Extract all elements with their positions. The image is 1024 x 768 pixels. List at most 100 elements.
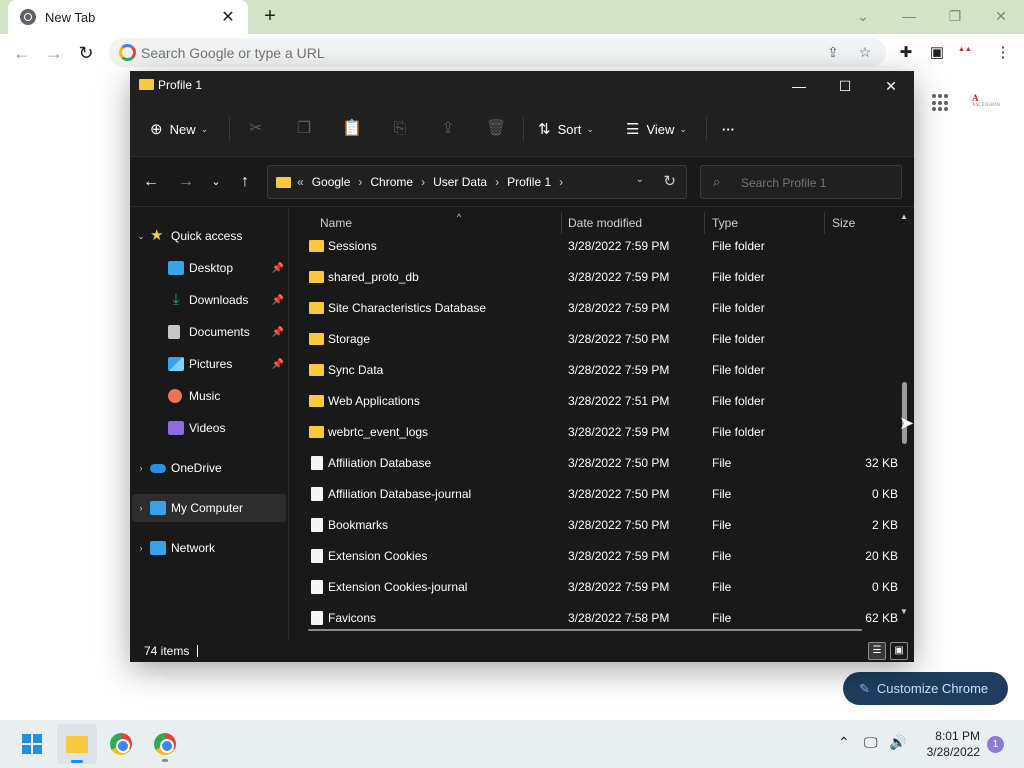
expand-icon[interactable]: › xyxy=(132,543,150,553)
breadcrumb-item[interactable]: Google xyxy=(312,175,351,189)
address-bar[interactable]: « Google › Chrome › User Data › Profile … xyxy=(267,165,687,199)
forward-icon[interactable]: → xyxy=(42,41,66,65)
refresh-icon[interactable]: ↻ xyxy=(663,172,676,190)
paste-icon[interactable]: 📋 xyxy=(341,118,363,140)
menu-icon[interactable]: ⋮ xyxy=(992,42,1014,64)
new-button[interactable]: ⊕ New ⌄ xyxy=(150,118,208,140)
file-row[interactable]: Site Characteristics Database 3/28/2022 7… xyxy=(290,293,900,324)
copy-icon[interactable]: ❐ xyxy=(293,118,315,140)
taskbar-chrome-profile[interactable] xyxy=(145,724,185,764)
maximize-button[interactable]: ☐ xyxy=(834,75,856,97)
overflow-crumb[interactable]: « xyxy=(297,175,304,189)
search-input[interactable] xyxy=(741,174,891,192)
delete-icon[interactable]: 🗑 xyxy=(485,118,507,140)
folder-icon xyxy=(309,364,324,376)
customize-label: Customize Chrome xyxy=(876,681,989,696)
omnibox[interactable]: ⇪ ☆ xyxy=(109,38,886,67)
cut-icon[interactable]: ✂ xyxy=(245,118,267,140)
forward-icon[interactable]: → xyxy=(176,171,196,193)
file-row[interactable]: Extension Cookies 3/28/2022 7:59 PM File 20… xyxy=(290,541,900,572)
chrome-icon xyxy=(154,733,176,755)
share-icon[interactable]: ⇪ xyxy=(437,118,459,140)
chevron-up-icon[interactable]: ⌃ xyxy=(838,734,850,751)
nav-item-music[interactable]: Music xyxy=(132,382,286,410)
chevron-right-icon[interactable]: › xyxy=(358,175,362,189)
restore-button[interactable]: ❐ xyxy=(943,5,967,27)
nav-item-onedrive[interactable]: › OneDrive xyxy=(132,454,286,482)
expand-icon[interactable]: ⌄ xyxy=(132,231,150,242)
sidebar-icon[interactable]: ▣ xyxy=(926,42,948,64)
nav-item-pictures[interactable]: Pictures 📌 xyxy=(132,350,286,378)
search-box[interactable]: ⌕ xyxy=(700,165,902,199)
back-icon[interactable]: ← xyxy=(10,41,34,65)
expand-icon[interactable]: › xyxy=(132,463,150,473)
account-avatar[interactable]: A ASCENSION xyxy=(972,93,1010,113)
chevron-down-icon[interactable]: ⌄ xyxy=(636,174,644,185)
breadcrumb-item[interactable]: Profile 1 xyxy=(507,175,551,189)
close-button[interactable]: ✕ xyxy=(880,75,902,97)
star-icon[interactable]: ☆ xyxy=(855,42,875,62)
chevron-right-icon[interactable]: › xyxy=(495,175,499,189)
nav-item-downloads[interactable]: ⤓ Downloads 📌 xyxy=(132,286,286,314)
chevron-right-icon[interactable]: › xyxy=(421,175,425,189)
new-tab-button[interactable]: + xyxy=(258,5,282,29)
file-row[interactable]: Bookmarks 3/28/2022 7:50 PM File 2 KB xyxy=(290,510,900,541)
tiles-view-icon[interactable]: ▣ xyxy=(890,642,908,660)
up-icon[interactable]: ↑ xyxy=(235,171,255,193)
nav-item-my-computer[interactable]: › My Computer xyxy=(132,494,286,522)
horizontal-scrollbar[interactable] xyxy=(308,629,862,631)
taskbar-chrome[interactable] xyxy=(101,724,141,764)
apps-icon[interactable] xyxy=(932,94,950,112)
rename-icon[interactable]: ⎘ xyxy=(389,118,411,140)
breadcrumb-item[interactable]: User Data xyxy=(433,175,487,189)
file-row[interactable]: Sync Data 3/28/2022 7:59 PM File folder xyxy=(290,355,900,386)
sort-button[interactable]: ⇅ Sort ⌄ xyxy=(538,118,594,140)
file-row[interactable]: Extension Cookies-journal 3/28/2022 7:59 … xyxy=(290,572,900,603)
file-row[interactable]: Storage 3/28/2022 7:50 PM File folder xyxy=(290,324,900,355)
breadcrumb-item[interactable]: Chrome xyxy=(370,175,413,189)
chevron-right-icon[interactable]: › xyxy=(559,175,563,189)
customize-chrome-button[interactable]: ✎ Customize Chrome xyxy=(843,672,1008,705)
nav-item-quick-access[interactable]: ⌄ ★ Quick access xyxy=(132,222,286,250)
minimize-button[interactable]: — xyxy=(788,75,810,97)
tab-new-tab[interactable]: New Tab ✕ xyxy=(8,0,248,34)
recent-locations-icon[interactable]: ⌄ xyxy=(206,171,226,193)
file-row[interactable]: Web Applications 3/28/2022 7:51 PM File fo… xyxy=(290,386,900,417)
file-row[interactable]: Affiliation Database 3/28/2022 7:50 PM Fil… xyxy=(290,448,900,479)
details-view-icon[interactable]: ☰ xyxy=(868,642,886,660)
view-button[interactable]: ☰ View ⌄ xyxy=(626,118,687,140)
clock[interactable]: 8:01 PM 3/28/2022 xyxy=(918,728,980,760)
extensions-icon[interactable]: ✚ xyxy=(895,42,917,64)
file-row[interactable]: shared_proto_db 3/28/2022 7:59 PM File fol… xyxy=(290,262,900,293)
reload-icon[interactable]: ↻ xyxy=(74,41,98,65)
notification-badge[interactable]: 1 xyxy=(987,736,1004,753)
nav-item-network[interactable]: › Network xyxy=(132,534,286,562)
scroll-down-icon[interactable]: ▼ xyxy=(900,607,908,616)
profile-icon[interactable]: ▲▲ xyxy=(958,45,982,61)
omnibox-input[interactable] xyxy=(141,42,781,63)
explorer-title-bar[interactable]: Profile 1 — ☐ ✕ xyxy=(130,71,914,101)
expand-icon[interactable]: › xyxy=(132,503,150,513)
file-name: Sessions xyxy=(328,239,377,253)
tab-search-icon[interactable]: ⌄ xyxy=(851,5,875,27)
nav-item-desktop[interactable]: Desktop 📌 xyxy=(132,254,286,282)
file-row[interactable]: webrtc_event_logs 3/28/2022 7:59 PM File f… xyxy=(290,417,900,448)
pane-divider[interactable] xyxy=(288,208,289,640)
taskbar-file-explorer[interactable] xyxy=(57,724,97,764)
nav-item-videos[interactable]: Videos xyxy=(132,414,286,442)
minimize-button[interactable]: — xyxy=(897,5,921,27)
scroll-up-icon[interactable]: ▲ xyxy=(900,212,908,221)
volume-icon[interactable]: 🔊 xyxy=(889,734,906,751)
chevron-down-icon: ⌄ xyxy=(586,123,594,134)
file-row[interactable]: Affiliation Database-journal 3/28/2022 7:… xyxy=(290,479,900,510)
close-tab-icon[interactable]: ✕ xyxy=(218,7,238,27)
start-button[interactable] xyxy=(12,724,52,764)
share-icon[interactable]: ⇪ xyxy=(823,42,843,62)
more-options-button[interactable]: ··· xyxy=(722,118,735,140)
close-window-button[interactable]: ✕ xyxy=(989,5,1013,27)
file-date: 3/28/2022 7:58 PM xyxy=(568,611,670,625)
network-icon[interactable]: 🖵 xyxy=(864,734,878,751)
file-row[interactable]: Sessions 3/28/2022 7:59 PM File folder xyxy=(290,231,900,262)
back-icon[interactable]: ← xyxy=(141,171,161,193)
nav-item-documents[interactable]: Documents 📌 xyxy=(132,318,286,346)
